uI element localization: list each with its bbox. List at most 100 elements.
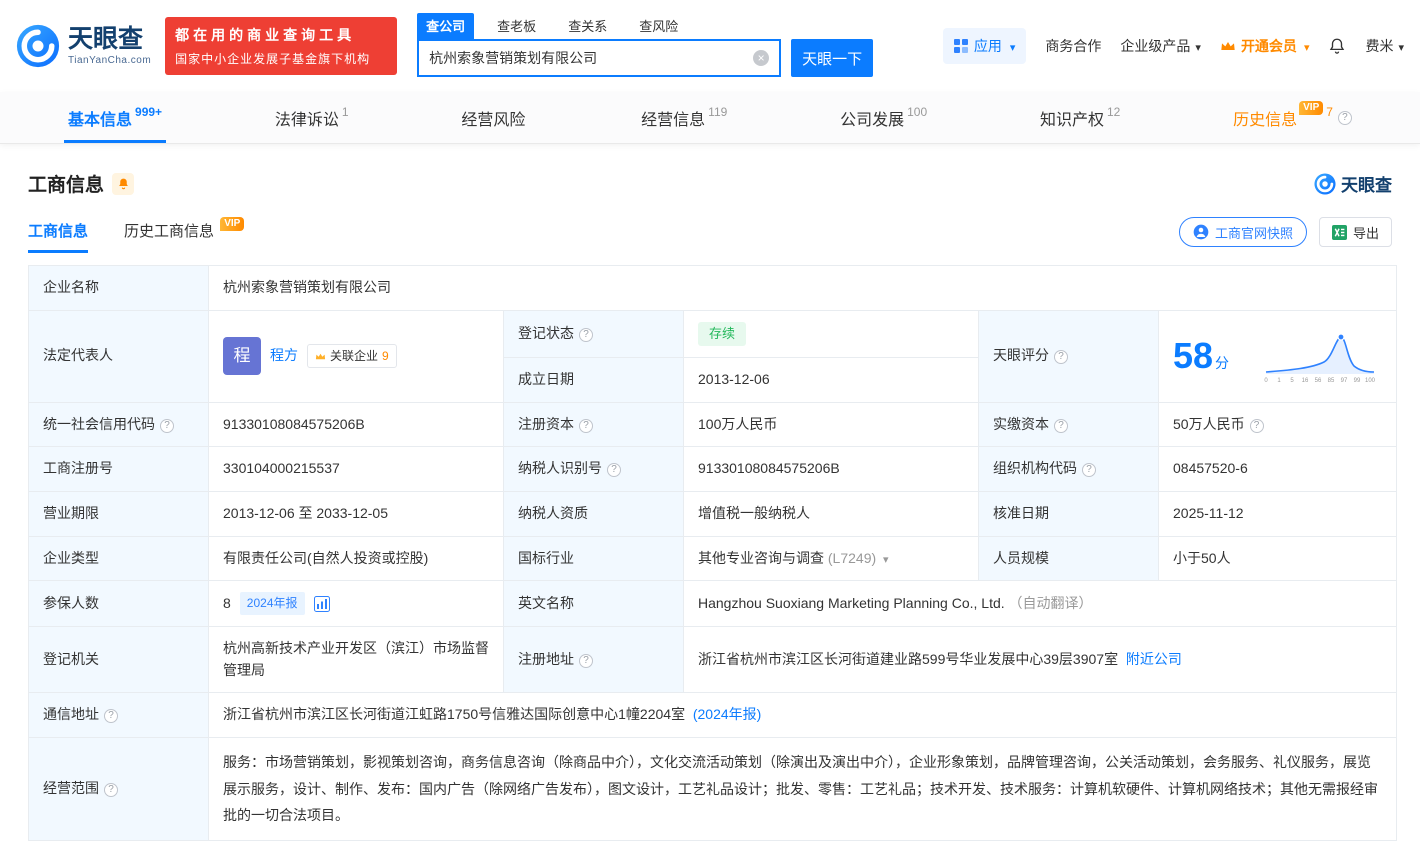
search-tabs: 查公司 查老板 查关系 查风险 bbox=[417, 15, 873, 39]
slogan-line2: 国家中小企业发展子基金旗下机构 bbox=[175, 50, 387, 67]
notification-bell-icon[interactable] bbox=[1328, 37, 1346, 55]
official-snapshot-button[interactable]: 工商官网快照 bbox=[1179, 217, 1307, 247]
legal-rep-label: 法定代表人 bbox=[29, 310, 209, 402]
nav-tab-intellectual-property[interactable]: 知识产权 12 bbox=[1030, 92, 1130, 143]
help-icon[interactable] bbox=[160, 419, 174, 433]
related-companies-badge[interactable]: 关联企业 9 bbox=[307, 344, 397, 369]
legal-rep-name-link[interactable]: 程方 bbox=[270, 345, 298, 367]
apps-label: 应用 bbox=[974, 36, 1002, 56]
subtab-history-business-info[interactable]: 历史工商信息 VIP bbox=[124, 220, 244, 253]
user-menu[interactable]: 费米 bbox=[1365, 36, 1404, 56]
nav-tab-operating-risk[interactable]: 经营风险 bbox=[451, 92, 538, 143]
row-capital: 统一社会信用代码 91330108084575206B 注册资本 100万人民币… bbox=[29, 402, 1397, 447]
annual-report-link[interactable]: (2024年报) bbox=[693, 706, 761, 722]
help-icon[interactable] bbox=[579, 419, 593, 433]
subscribe-bell-icon[interactable] bbox=[112, 173, 134, 195]
subtab-business-info[interactable]: 工商信息 bbox=[28, 220, 88, 253]
reg-capital-value: 100万人民币 bbox=[684, 402, 979, 447]
search-input-box bbox=[417, 39, 781, 77]
subtab-label: 历史工商信息 bbox=[124, 223, 214, 240]
paid-capital-label: 实缴资本 bbox=[979, 402, 1159, 447]
help-icon[interactable] bbox=[1338, 111, 1352, 125]
business-term-label: 营业期限 bbox=[29, 491, 209, 536]
section-title: 工商信息 bbox=[28, 170, 104, 197]
search-input[interactable] bbox=[419, 41, 779, 75]
person-icon bbox=[1193, 224, 1209, 240]
clear-icon[interactable] bbox=[753, 50, 769, 66]
help-icon[interactable] bbox=[1250, 419, 1264, 433]
reg-number-value: 330104000215537 bbox=[209, 447, 504, 492]
reg-authority-value: 杭州高新技术产业开发区（滨江）市场监督管理局 bbox=[209, 626, 504, 692]
company-type-value: 有限责任公司(自然人投资或控股) bbox=[209, 536, 504, 581]
top-menu: 应用 商务合作 企业级产品 开通会员 费米 bbox=[943, 28, 1404, 64]
nav-tab-basic-info[interactable]: 基本信息 999+ bbox=[58, 92, 172, 143]
nav-tab-company-development[interactable]: 公司发展 100 bbox=[830, 92, 937, 143]
english-name-value: Hangzhou Suoxiang Marketing Planning Co.… bbox=[684, 581, 1397, 627]
approval-date-value: 2025-11-12 bbox=[1159, 491, 1397, 536]
nav-tab-label: 经营风险 bbox=[461, 106, 525, 130]
help-icon[interactable] bbox=[104, 783, 118, 797]
business-info-table: 企业名称 杭州索象营销策划有限公司 法定代表人 程 程方 关联企业 9 bbox=[28, 265, 1397, 841]
row-company-name: 企业名称 杭州索象营销策划有限公司 bbox=[29, 266, 1397, 311]
nav-tab-label: 历史信息 bbox=[1233, 106, 1297, 130]
auto-translate-note: （自动翻译） bbox=[1009, 595, 1093, 611]
search-tab-risk[interactable]: 查风险 bbox=[630, 13, 687, 39]
search-tab-boss[interactable]: 查老板 bbox=[488, 13, 545, 39]
chevron-down-icon bbox=[1396, 38, 1404, 54]
taxpayer-id-value: 91330108084575206B bbox=[684, 447, 979, 492]
mail-address-value: 浙江省杭州市滨江区长河街道江虹路1750号信雅达国际创意中心1幢2204室 (2… bbox=[209, 693, 1397, 738]
company-nav-tabs: 基本信息 999+ 法律诉讼 1 经营风险 经营信息 119 公司发展 100 … bbox=[0, 92, 1420, 144]
nav-tab-label: 经营信息 bbox=[641, 106, 705, 130]
help-icon[interactable] bbox=[579, 328, 593, 342]
help-icon[interactable] bbox=[607, 463, 621, 477]
status-badge: 存续 bbox=[698, 322, 746, 346]
insured-trend-icon[interactable] bbox=[314, 596, 330, 612]
chevron-down-icon bbox=[1193, 38, 1201, 54]
approval-date-label: 核准日期 bbox=[979, 491, 1159, 536]
enterprise-label: 企业级产品 bbox=[1120, 36, 1190, 56]
annual-report-badge[interactable]: 2024年报 bbox=[240, 592, 305, 615]
nav-tab-legal-proceedings[interactable]: 法律诉讼 1 bbox=[265, 92, 359, 143]
legal-rep-avatar[interactable]: 程 bbox=[223, 337, 261, 375]
export-button[interactable]: 导出 bbox=[1319, 217, 1392, 247]
help-icon[interactable] bbox=[1082, 463, 1096, 477]
nearby-companies-link[interactable]: 附近公司 bbox=[1126, 651, 1182, 667]
reg-address-label: 注册地址 bbox=[504, 626, 684, 692]
paid-capital-value: 50万人民币 bbox=[1159, 402, 1397, 447]
brand-domain: TianYanCha.com bbox=[68, 55, 151, 66]
english-name-label: 英文名称 bbox=[504, 581, 684, 627]
score-cell[interactable]: 58分 0 1 5 16 56 85 97 bbox=[1159, 310, 1397, 402]
credit-code-label: 统一社会信用代码 bbox=[29, 402, 209, 447]
business-term-value: 2013-12-06 至 2033-12-05 bbox=[209, 491, 504, 536]
tianyancha-logo-icon bbox=[16, 24, 60, 68]
search-tab-relation[interactable]: 查关系 bbox=[559, 13, 616, 39]
chevron-down-icon[interactable] bbox=[880, 550, 889, 566]
score-label: 天眼评分 bbox=[979, 310, 1159, 402]
nav-tab-count: 7 bbox=[1326, 105, 1333, 119]
row-type-industry: 企业类型 有限责任公司(自然人投资或控股) 国标行业 其他专业咨询与调查 (L7… bbox=[29, 536, 1397, 581]
legal-rep-value: 程 程方 关联企业 9 bbox=[209, 310, 504, 402]
company-name-label: 企业名称 bbox=[29, 266, 209, 311]
snapshot-label: 工商官网快照 bbox=[1215, 223, 1293, 242]
svg-text:99: 99 bbox=[1354, 378, 1361, 384]
apps-menu[interactable]: 应用 bbox=[943, 28, 1027, 64]
nav-tab-history-info[interactable]: 历史信息 VIP 7 bbox=[1223, 92, 1362, 143]
help-icon[interactable] bbox=[579, 654, 593, 668]
menu-cooperation[interactable]: 商务合作 bbox=[1045, 36, 1101, 56]
nav-tab-count: 1 bbox=[342, 105, 349, 119]
help-icon[interactable] bbox=[1054, 350, 1068, 364]
help-icon[interactable] bbox=[1054, 419, 1068, 433]
tianyancha-logo[interactable]: 天眼查 TianYanCha.com bbox=[16, 24, 151, 68]
vip-badge: VIP bbox=[1299, 101, 1323, 115]
insured-count-value: 8 2024年报 bbox=[209, 581, 504, 627]
nav-tab-business-info[interactable]: 经营信息 119 bbox=[631, 92, 737, 143]
nav-tab-label: 知识产权 bbox=[1040, 106, 1104, 130]
menu-enterprise-products[interactable]: 企业级产品 bbox=[1120, 36, 1201, 56]
search-button[interactable]: 天眼一下 bbox=[791, 39, 873, 77]
search-tab-company[interactable]: 查公司 bbox=[417, 13, 474, 39]
help-icon[interactable] bbox=[104, 709, 118, 723]
reg-status-value: 存续 bbox=[684, 310, 979, 357]
menu-open-vip[interactable]: 开通会员 bbox=[1220, 36, 1310, 56]
industry-code: (L7249) bbox=[828, 550, 876, 566]
search-area: 查公司 查老板 查关系 查风险 天眼一下 bbox=[417, 15, 873, 77]
